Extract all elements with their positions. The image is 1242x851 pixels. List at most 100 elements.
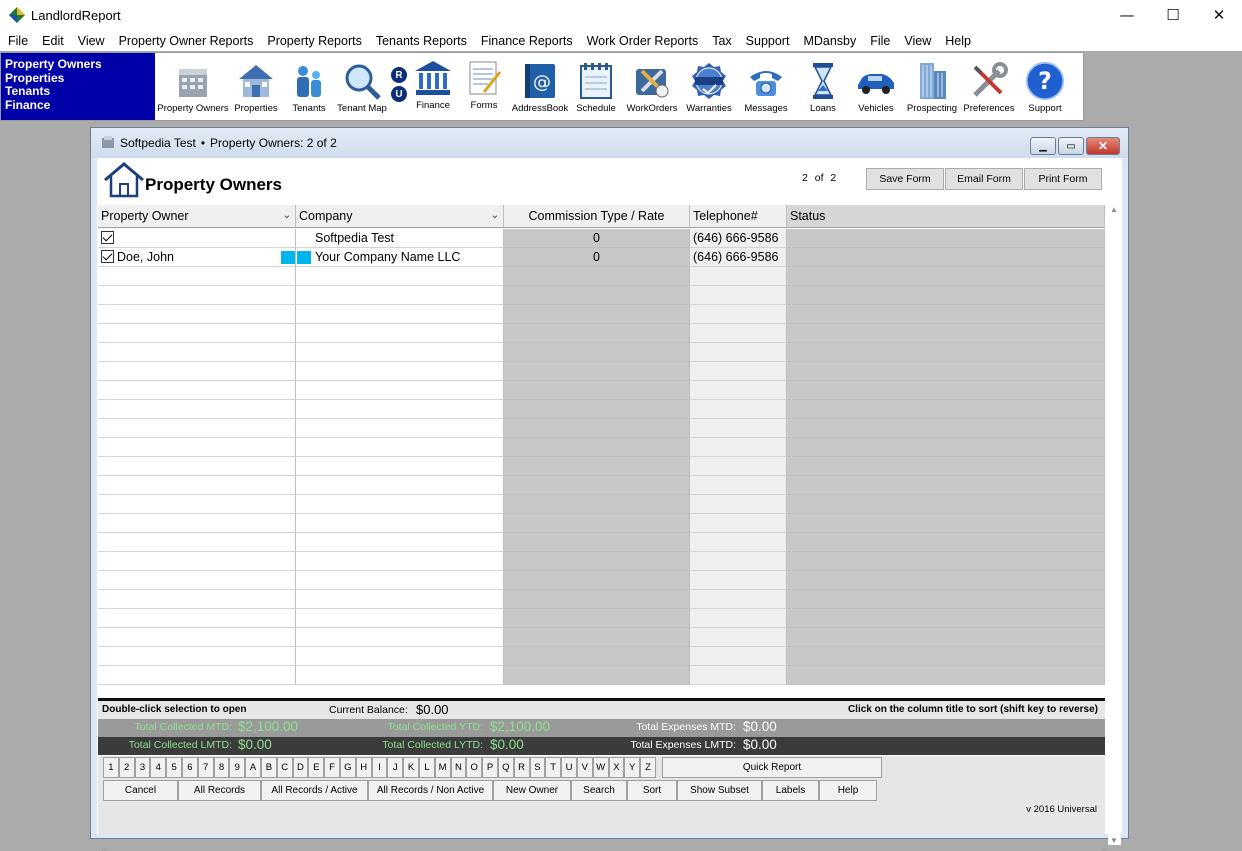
empty-cell[interactable] <box>690 495 787 514</box>
scroll-down-icon[interactable]: ▼ <box>1110 836 1118 845</box>
letter-filter-r[interactable]: R <box>513 757 530 778</box>
letter-filter-k[interactable]: K <box>403 757 419 778</box>
print-form-button[interactable]: Print Form <box>1024 168 1102 190</box>
empty-cell[interactable] <box>690 571 787 590</box>
chevron-down-icon[interactable]: ⌄ <box>283 210 291 221</box>
letter-filter-u[interactable]: U <box>561 757 577 778</box>
menu-mdansby[interactable]: MDansby <box>796 34 863 48</box>
empty-row[interactable] <box>98 495 1105 514</box>
menu-tax[interactable]: Tax <box>705 34 738 48</box>
letter-filter-t[interactable]: T <box>545 757 562 778</box>
search-button[interactable]: Search <box>571 780 627 801</box>
empty-cell[interactable] <box>98 286 296 305</box>
chevron-down-icon[interactable]: ⌄ <box>491 210 499 221</box>
empty-cell[interactable] <box>690 324 787 343</box>
empty-cell[interactable] <box>690 286 787 305</box>
sort-button[interactable]: Sort <box>627 780 677 801</box>
empty-row[interactable] <box>98 476 1105 495</box>
menu-finance-reports[interactable]: Finance Reports <box>474 34 580 48</box>
maximize-button[interactable]: ☐ <box>1150 0 1196 30</box>
child-close-button[interactable]: ✕ <box>1086 137 1120 155</box>
empty-cell[interactable] <box>504 666 690 685</box>
menu-view-2[interactable]: View <box>897 34 938 48</box>
empty-cell[interactable] <box>296 495 504 514</box>
toolbar-workorders[interactable]: WorkOrders <box>623 53 681 120</box>
empty-cell[interactable] <box>504 533 690 552</box>
letter-filter-l[interactable]: L <box>418 757 435 778</box>
empty-cell[interactable] <box>787 533 1105 552</box>
toolbar-tenants[interactable]: Tenants <box>283 53 335 120</box>
toolbar-addressbook[interactable]: @ AddressBook <box>511 53 569 120</box>
letter-filter-9[interactable]: 9 <box>229 757 246 778</box>
empty-cell[interactable] <box>690 552 787 571</box>
empty-row[interactable] <box>98 590 1105 609</box>
empty-cell[interactable] <box>504 324 690 343</box>
letter-filter-f[interactable]: F <box>324 757 340 778</box>
letter-filter-8[interactable]: 8 <box>213 757 230 778</box>
commission-cell[interactable]: 0 <box>504 229 690 248</box>
toolbar-properties[interactable]: Properties <box>229 53 283 120</box>
letter-filter-v[interactable]: V <box>576 757 593 778</box>
empty-cell[interactable] <box>296 343 504 362</box>
letter-filter-g[interactable]: G <box>339 757 356 778</box>
empty-cell[interactable] <box>504 343 690 362</box>
commission-cell[interactable]: 0 <box>504 248 690 267</box>
empty-cell[interactable] <box>504 305 690 324</box>
empty-cell[interactable] <box>98 514 296 533</box>
empty-cell[interactable] <box>98 343 296 362</box>
empty-row[interactable] <box>98 419 1105 438</box>
minimize-button[interactable]: — <box>1104 0 1150 30</box>
scroll-up-icon[interactable]: ▲ <box>1110 205 1118 214</box>
empty-cell[interactable] <box>98 476 296 495</box>
toolbar-preferences[interactable]: Preferences <box>963 53 1015 120</box>
empty-row[interactable] <box>98 666 1105 685</box>
empty-cell[interactable] <box>504 552 690 571</box>
empty-cell[interactable] <box>787 419 1105 438</box>
empty-cell[interactable] <box>98 609 296 628</box>
empty-cell[interactable] <box>690 514 787 533</box>
help-button[interactable]: Help <box>819 780 877 801</box>
empty-cell[interactable] <box>98 533 296 552</box>
empty-cell[interactable] <box>296 571 504 590</box>
owner-cell[interactable] <box>98 229 296 248</box>
empty-cell[interactable] <box>296 647 504 666</box>
empty-cell[interactable] <box>787 400 1105 419</box>
letter-filter-h[interactable]: H <box>355 757 372 778</box>
empty-cell[interactable] <box>296 590 504 609</box>
menu-view[interactable]: View <box>71 34 112 48</box>
row-checkbox[interactable] <box>101 250 114 263</box>
empty-cell[interactable] <box>296 324 504 343</box>
letter-filter-j[interactable]: J <box>387 757 404 778</box>
toolbar-schedule[interactable]: Schedule <box>569 53 623 120</box>
toolbar-forms[interactable]: Forms <box>457 53 511 120</box>
empty-cell[interactable] <box>504 419 690 438</box>
menu-property-reports[interactable]: Property Reports <box>260 34 368 48</box>
empty-cell[interactable] <box>787 666 1105 685</box>
toolbar-property-owners[interactable]: Property Owners <box>157 53 229 120</box>
empty-cell[interactable] <box>504 457 690 476</box>
empty-cell[interactable] <box>296 457 504 476</box>
letter-filter-z[interactable]: Z <box>640 757 656 778</box>
empty-cell[interactable] <box>690 533 787 552</box>
letter-filter-w[interactable]: W <box>592 757 609 778</box>
letter-filter-m[interactable]: M <box>434 757 451 778</box>
empty-cell[interactable] <box>98 457 296 476</box>
empty-cell[interactable] <box>296 286 504 305</box>
toolbar-prospecting[interactable]: Prospecting <box>901 53 963 120</box>
empty-cell[interactable] <box>98 647 296 666</box>
empty-cell[interactable] <box>690 267 787 286</box>
letter-filter-q[interactable]: Q <box>497 757 514 778</box>
scroll-left-icon[interactable]: < <box>101 846 107 851</box>
new-owner-button[interactable]: New Owner <box>493 780 571 801</box>
all-records-button[interactable]: All Records <box>178 780 261 801</box>
empty-cell[interactable] <box>690 362 787 381</box>
vertical-scrollbar[interactable]: ▲ ▼ <box>1108 205 1121 845</box>
empty-cell[interactable] <box>690 381 787 400</box>
letter-filter-6[interactable]: 6 <box>181 757 198 778</box>
empty-cell[interactable] <box>98 324 296 343</box>
email-form-button[interactable]: Email Form <box>945 168 1023 190</box>
empty-row[interactable] <box>98 267 1105 286</box>
letter-filter-a[interactable]: A <box>245 757 261 778</box>
empty-row[interactable] <box>98 609 1105 628</box>
empty-cell[interactable] <box>98 495 296 514</box>
